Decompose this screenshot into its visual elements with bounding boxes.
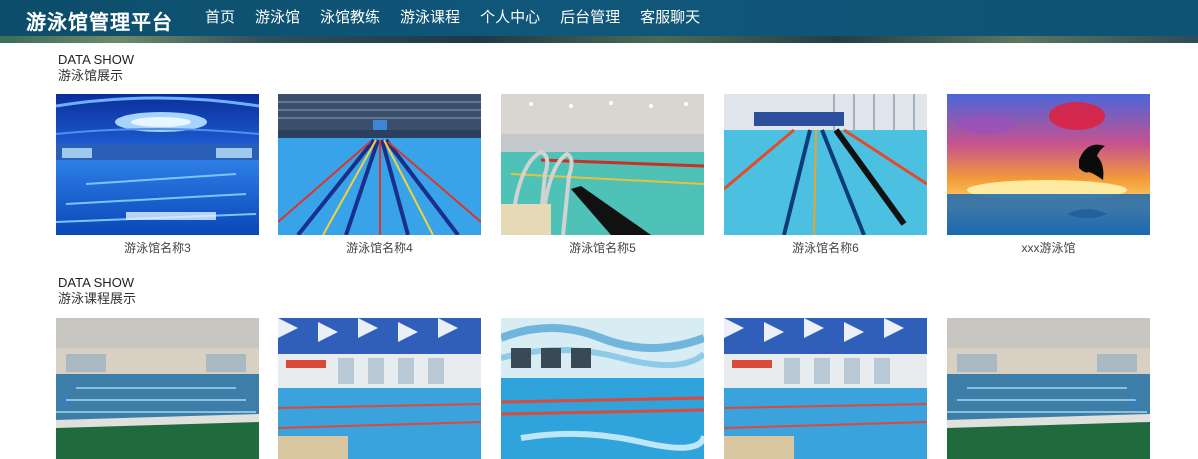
carousel-next-icon[interactable]: › — [1130, 384, 1140, 414]
venue-card[interactable]: 游泳馆名称6 — [724, 94, 927, 256]
venues-section-heading: DATA SHOW 游泳馆展示 — [58, 52, 134, 84]
venue-image[interactable] — [56, 94, 259, 235]
menu-item-admin[interactable]: 后台管理 — [550, 0, 630, 38]
venue-card[interactable]: 游泳馆名称5 — [501, 94, 704, 256]
course-image[interactable] — [278, 318, 481, 459]
menu-item-courses[interactable]: 游泳课程 — [390, 0, 470, 38]
menu-item-home[interactable]: 首页 — [195, 0, 245, 39]
courses-section-en: DATA SHOW — [58, 275, 135, 290]
venue-name[interactable]: 游泳馆名称5 — [501, 239, 704, 256]
venue-image[interactable] — [724, 94, 927, 235]
carousel-prev-icon[interactable]: ‹ — [60, 384, 70, 414]
site-brand[interactable]: 游泳馆管理平台 — [26, 6, 173, 35]
courses-section-heading: DATA SHOW 游泳课程展示 — [58, 275, 136, 307]
menu-item-profile[interactable]: 个人中心 — [470, 0, 550, 38]
course-card[interactable] — [724, 318, 927, 459]
venue-image[interactable] — [947, 94, 1150, 235]
main-menu: 首页 游泳馆 泳馆教练 游泳课程 个人中心 后台管理 客服聊天 — [195, 0, 710, 39]
venue-name[interactable]: xxx游泳馆 — [947, 239, 1150, 256]
course-image[interactable] — [501, 318, 704, 459]
venue-card[interactable]: 游泳馆名称3 — [56, 94, 259, 256]
venue-name[interactable]: 游泳馆名称3 — [56, 239, 259, 256]
venue-image[interactable] — [278, 94, 481, 235]
course-image[interactable] — [947, 318, 1150, 459]
courses-section-title: 游泳课程展示 — [58, 291, 137, 306]
venue-image[interactable] — [501, 94, 704, 235]
menu-item-coaches[interactable]: 泳馆教练 — [310, 0, 390, 38]
venues-section-title: 游泳馆展示 — [58, 68, 124, 83]
course-card[interactable] — [278, 318, 481, 459]
menu-item-pools[interactable]: 游泳馆 — [245, 0, 310, 38]
venue-card[interactable]: xxx游泳馆 — [947, 94, 1150, 256]
course-image[interactable] — [724, 318, 927, 459]
venues-section-en: DATA SHOW — [58, 52, 135, 67]
course-card[interactable] — [56, 318, 259, 459]
menu-item-chat[interactable]: 客服聊天 — [630, 0, 710, 38]
course-image[interactable] — [56, 318, 259, 459]
venue-name[interactable]: 游泳馆名称6 — [724, 239, 927, 256]
venue-name[interactable]: 游泳馆名称4 — [278, 239, 481, 256]
header-banner-strip — [0, 36, 1198, 43]
course-card[interactable] — [947, 318, 1150, 459]
course-card[interactable] — [501, 318, 704, 459]
venue-card[interactable]: 游泳馆名称4 — [278, 94, 481, 256]
